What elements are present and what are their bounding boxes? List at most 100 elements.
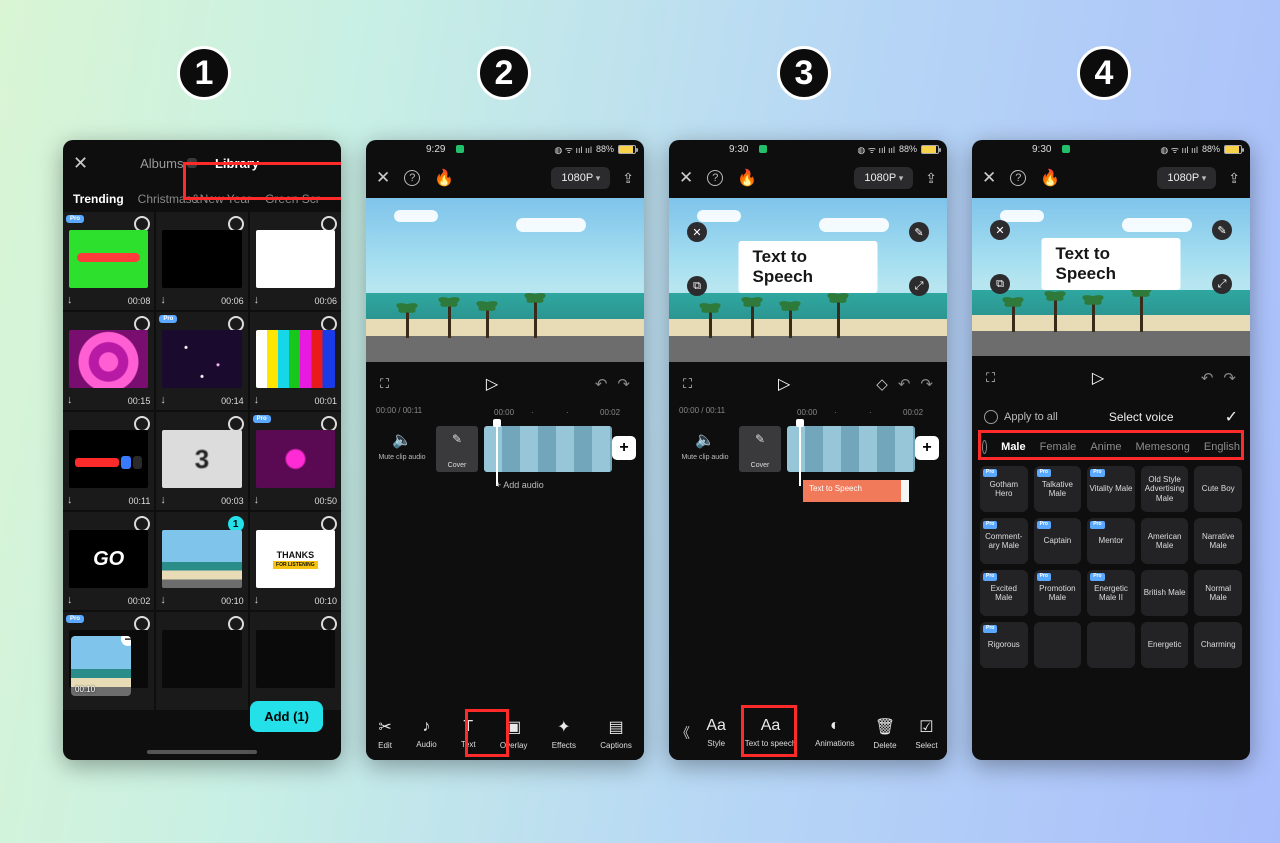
voice-option[interactable]: ProRigorous [980, 622, 1028, 668]
tool-style[interactable]: AaStyle [706, 717, 726, 750]
tab-library[interactable]: Library [215, 156, 259, 171]
tool-select[interactable]: ☑Select [915, 717, 937, 750]
flame-icon[interactable]: 🔥 [1040, 168, 1060, 188]
voice-option[interactable]: ProExcited Male [980, 570, 1028, 616]
playhead[interactable] [496, 422, 498, 486]
tool-text[interactable]: TText [461, 718, 476, 749]
add-audio-button[interactable]: Add audio [496, 480, 544, 490]
voice-option[interactable]: Normal Male [1194, 570, 1242, 616]
help-icon[interactable]: ? [707, 170, 723, 186]
undo-icon[interactable]: ↶ [1201, 369, 1214, 387]
add-clip-button[interactable]: + [612, 436, 636, 460]
library-cell[interactable]: 3↓00:03 [156, 412, 247, 510]
voice-option[interactable]: Old Style Advertising Male [1141, 466, 1189, 512]
voice-option[interactable]: ProTalkative Male [1034, 466, 1082, 512]
close-icon[interactable]: ✕ [679, 168, 693, 188]
chip-greenscreen[interactable]: Green Scr [265, 192, 320, 206]
voice-option[interactable]: Narrative Male [1194, 518, 1242, 564]
overlay-scale-handle[interactable]: ⤢ [1212, 274, 1232, 294]
apply-to-all[interactable]: Apply to all [984, 410, 1058, 424]
voice-option[interactable]: British Male [1141, 570, 1189, 616]
cover-button[interactable]: ✎Cover [739, 426, 781, 472]
text-to-speech-clip[interactable]: Text to Speech [803, 480, 909, 502]
overlay-edit-handle[interactable]: ✎ [909, 222, 929, 242]
voice-option[interactable]: Cute Boy [1194, 466, 1242, 512]
voice-option[interactable]: ProVitality Male [1087, 466, 1135, 512]
resolution-select[interactable]: 1080P [1157, 167, 1216, 189]
overlay-edit-handle[interactable]: ✎ [1212, 220, 1232, 240]
fullscreen-icon[interactable]: ⛶ [380, 376, 389, 392]
undo-icon[interactable]: ↶ [595, 375, 608, 393]
voice-option[interactable]: ProCaptain [1034, 518, 1082, 564]
voice-option[interactable]: ProComment-ary Male [980, 518, 1028, 564]
play-icon[interactable]: ▷ [778, 374, 790, 394]
download-icon[interactable]: ↓ [160, 594, 166, 606]
tool-animations[interactable]: ◐Animations [815, 717, 855, 750]
selected-thumb[interactable]: − 00:10 [71, 636, 131, 696]
library-cell[interactable]: ↓00:06 [250, 212, 341, 310]
undo-icon[interactable]: ↶ [898, 375, 911, 393]
overlay-delete-handle[interactable]: ✕ [990, 220, 1010, 240]
remove-selected-icon[interactable]: − [121, 636, 131, 646]
library-cell[interactable]: THANKSFOR LISTENING↓00:10 [250, 512, 341, 610]
library-cell[interactable]: ↓00:01 [250, 312, 341, 410]
download-icon[interactable]: ↓ [67, 594, 73, 606]
download-icon[interactable]: ↓ [67, 494, 73, 506]
chip-christmas[interactable]: Christmas&New Year [138, 192, 251, 206]
library-cell[interactable]: Pro↓00:08 [63, 212, 154, 310]
download-icon[interactable]: ↓ [160, 394, 166, 406]
text-overlay[interactable]: Text to Speech [739, 241, 878, 293]
video-preview[interactable]: Text to Speech ✕ ✎ ⧉ ⤢ [669, 198, 947, 362]
tool-text-to-speech[interactable]: AaText to speech [745, 717, 797, 750]
tool-audio[interactable]: ♪Audio [416, 718, 436, 749]
library-cell[interactable]: ↓00:15 [63, 312, 154, 410]
library-cell[interactable] [250, 612, 341, 710]
timeline-track[interactable]: 🔈Mute clip audio ✎Cover + Text to Speech [669, 422, 947, 486]
add-clip-button[interactable]: + [915, 436, 939, 460]
help-icon[interactable]: ? [404, 170, 420, 186]
download-icon[interactable]: ↓ [67, 394, 73, 406]
video-preview[interactable] [366, 198, 644, 362]
tool-edit[interactable]: ✂Edit [378, 717, 392, 750]
video-clip[interactable] [787, 426, 915, 472]
voice-option[interactable]: Charming [1194, 622, 1242, 668]
fullscreen-icon[interactable]: ⛶ [986, 370, 995, 386]
cat-memesong[interactable]: Memesong [1136, 441, 1190, 453]
overlay-delete-handle[interactable]: ✕ [687, 222, 707, 242]
download-icon[interactable]: ↓ [160, 494, 166, 506]
library-cell[interactable] [156, 612, 247, 710]
tool-effects[interactable]: ✦Effects [552, 717, 576, 750]
play-icon[interactable]: ▷ [486, 374, 498, 394]
library-cell[interactable]: ↓00:11 [63, 412, 154, 510]
download-icon[interactable]: ↓ [254, 394, 260, 406]
help-icon[interactable]: ? [1010, 170, 1026, 186]
fullscreen-icon[interactable]: ⛶ [683, 376, 692, 392]
cat-english[interactable]: English [1204, 441, 1240, 453]
voice-option[interactable] [1034, 622, 1082, 668]
download-icon[interactable]: ↓ [160, 294, 166, 306]
voice-none-icon[interactable] [982, 440, 987, 454]
mute-clip-audio[interactable]: 🔈Mute clip audio [677, 426, 733, 472]
text-overlay[interactable]: Text to Speech [1042, 238, 1181, 290]
video-preview[interactable]: Text to Speech ✕ ✎ ⧉ ⤢ [972, 198, 1250, 356]
cover-button[interactable]: ✎Cover [436, 426, 478, 472]
cat-anime[interactable]: Anime [1090, 441, 1121, 453]
confirm-icon[interactable]: ✓ [1225, 407, 1238, 427]
voice-option[interactable]: ProEnergetic Male II [1087, 570, 1135, 616]
download-icon[interactable]: ↓ [254, 494, 260, 506]
keyframe-icon[interactable]: ◇ [876, 375, 888, 393]
timeline-track[interactable]: 🔈Mute clip audio ✎Cover + Add audio [366, 422, 644, 486]
download-icon[interactable]: ↓ [67, 294, 73, 306]
flame-icon[interactable]: 🔥 [737, 168, 757, 188]
mute-clip-audio[interactable]: 🔈Mute clip audio [374, 426, 430, 472]
voice-option[interactable] [1087, 622, 1135, 668]
chip-trending[interactable]: Trending [73, 192, 124, 206]
playhead[interactable] [799, 422, 801, 486]
back-icon[interactable]: 《 [669, 723, 697, 743]
export-icon[interactable]: ⇪ [622, 170, 634, 187]
voice-option[interactable]: ProMentor [1087, 518, 1135, 564]
overlay-scale-handle[interactable]: ⤢ [909, 276, 929, 296]
redo-icon[interactable]: ↷ [617, 375, 630, 393]
close-icon[interactable]: ✕ [73, 153, 88, 174]
add-button[interactable]: Add (1) [250, 701, 323, 732]
